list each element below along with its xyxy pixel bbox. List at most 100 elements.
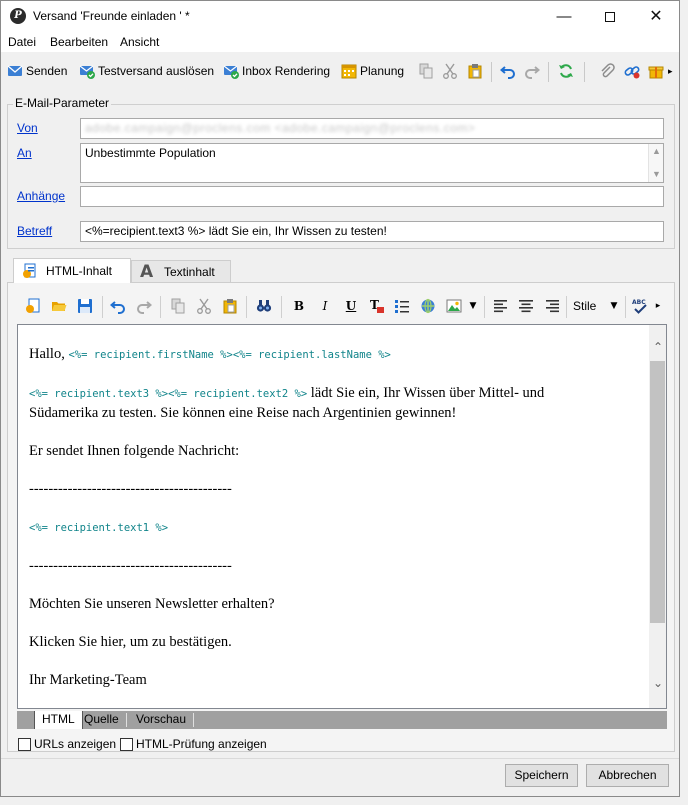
spellcheck-icon[interactable]: ABC <box>632 298 648 314</box>
menu-datei[interactable]: Datei <box>8 35 36 49</box>
greeting-line: Hallo, <%= recipient.firstName %><%= rec… <box>29 346 391 362</box>
view-tab-html[interactable]: HTML <box>34 711 83 729</box>
attachments-label[interactable]: Anhänge <box>17 189 65 203</box>
style-dropdown[interactable]: Stile <box>573 299 596 313</box>
menu-ansicht[interactable]: Ansicht <box>120 35 159 49</box>
align-right-icon[interactable] <box>544 298 560 314</box>
scroll-down-icon[interactable]: ▼ <box>652 169 661 179</box>
save-disk-icon[interactable] <box>77 298 93 314</box>
new-document-icon[interactable] <box>25 298 41 314</box>
copy-icon <box>418 63 434 79</box>
subject-label[interactable]: Betreff <box>17 224 52 238</box>
scroll-down-chevron-icon[interactable]: ⌄ <box>652 677 664 689</box>
menu-bar: Datei Bearbeiten Ansicht <box>1 32 679 52</box>
editor-undo-icon[interactable] <box>109 298 126 314</box>
app-logo-icon: P <box>10 8 26 24</box>
view-tab-separator <box>126 713 127 727</box>
refresh-button[interactable] <box>558 62 577 80</box>
editor-toolbar-separator <box>246 296 247 318</box>
scroll-up-chevron-icon[interactable]: ⌃ <box>652 341 664 353</box>
toolbar-separator <box>548 62 549 82</box>
html-check-checkbox[interactable] <box>120 737 133 751</box>
editor-redo-icon[interactable] <box>136 298 153 314</box>
footer-divider <box>1 758 679 759</box>
scrollbar-thumb[interactable] <box>650 361 665 623</box>
editor-paste-icon[interactable] <box>222 298 238 314</box>
text-a-icon: A <box>140 262 154 282</box>
link-icon <box>624 63 640 79</box>
separator-line: ----------------------------------------… <box>29 481 232 497</box>
close-button[interactable]: ✕ <box>633 1 679 32</box>
editor-cut-icon[interactable] <box>196 298 212 314</box>
editor-copy-icon[interactable] <box>170 298 186 314</box>
tab-text-content[interactable]: A Textinhalt <box>131 260 231 283</box>
save-button[interactable]: Speichern <box>505 764 578 787</box>
tab-html-label: HTML-Inhalt <box>46 264 113 278</box>
redo-button[interactable] <box>524 62 543 80</box>
insert-image-icon[interactable] <box>446 298 462 314</box>
align-center-icon[interactable] <box>518 298 534 314</box>
maximize-button[interactable] <box>587 1 633 32</box>
underline-button[interactable]: U <box>343 298 359 314</box>
show-urls-option[interactable]: URLs anzeigen <box>18 737 116 751</box>
schedule-button[interactable]: Planung <box>341 62 404 80</box>
show-urls-checkbox[interactable] <box>18 737 31 751</box>
attachments-field[interactable] <box>80 186 664 207</box>
separator-line: ----------------------------------------… <box>29 558 232 574</box>
bullet-list-icon[interactable] <box>394 298 410 314</box>
undo-button[interactable] <box>499 62 519 80</box>
editor-toolbar-separator <box>160 296 161 318</box>
to-label[interactable]: An <box>17 146 32 160</box>
open-folder-icon[interactable] <box>51 298 67 314</box>
refresh-icon <box>558 63 574 79</box>
cancel-button[interactable]: Abbrechen <box>586 764 669 787</box>
style-dropdown-chevron-icon[interactable]: ▼ <box>606 298 622 314</box>
to-field-scrollbar[interactable]: ▲ ▼ <box>648 144 663 182</box>
message-intro: Er sendet Ihnen folgende Nachricht: <box>29 443 240 459</box>
tab-html-content[interactable]: HTML-Inhalt <box>13 258 131 283</box>
menu-bearbeiten[interactable]: Bearbeiten <box>50 35 108 49</box>
subject-field[interactable]: <%=recipient.text3 %> lädt Sie ein, Ihr … <box>80 221 664 242</box>
paste-button[interactable] <box>467 62 486 80</box>
redo-icon <box>524 63 541 79</box>
html-check-option[interactable]: HTML-Prüfung anzeigen <box>120 737 267 751</box>
clipboard-icon <box>467 63 483 79</box>
intro-paragraph: <%= recipient.text3 %><%= recipient.text… <box>29 385 545 421</box>
link-button[interactable] <box>624 62 643 80</box>
window-title: Versand 'Freunde einladen ' * <box>33 9 190 23</box>
editor-toolbar-separator <box>625 296 626 318</box>
copy-button[interactable] <box>418 62 437 80</box>
gift-button[interactable] <box>648 62 667 80</box>
find-binoculars-icon[interactable] <box>256 298 272 314</box>
insert-link-globe-icon[interactable] <box>420 298 436 314</box>
scroll-up-icon[interactable]: ▲ <box>652 146 661 156</box>
italic-button[interactable]: I <box>317 298 333 314</box>
view-tab-preview[interactable]: Vorschau <box>129 711 193 729</box>
from-field[interactable]: adobe.campaign@proclens.com <adobe.campa… <box>80 118 664 139</box>
from-label[interactable]: Von <box>17 121 38 135</box>
align-left-icon[interactable] <box>493 298 509 314</box>
proof-button[interactable]: Testversand auslösen <box>79 62 214 80</box>
bold-button[interactable]: B <box>291 298 307 314</box>
editor-content[interactable]: Hallo, <%= recipient.firstName %><%= rec… <box>29 345 644 690</box>
view-tab-source[interactable]: Quelle <box>77 711 126 729</box>
calendar-icon <box>341 63 357 79</box>
toolbar-overflow-chevron-icon[interactable]: ▸ <box>668 62 673 80</box>
html-editor[interactable]: Hallo, <%= recipient.firstName %><%= rec… <box>17 324 667 709</box>
send-button[interactable]: Senden <box>7 62 67 80</box>
cut-button[interactable] <box>442 62 461 80</box>
delivery-window: P Versand 'Freunde einladen ' * — ✕ Date… <box>0 0 680 797</box>
title-bar: P Versand 'Freunde einladen ' * — ✕ <box>1 1 679 32</box>
editor-toolbar-separator <box>484 296 485 318</box>
inbox-label: Inbox Rendering <box>242 64 331 78</box>
editor-toolbar-overflow-chevron-icon[interactable]: ▸ <box>653 298 663 314</box>
to-field[interactable]: Unbestimmte Population ▲ ▼ <box>80 143 664 183</box>
image-dropdown-chevron-icon[interactable]: ▼ <box>465 298 481 314</box>
editor-scrollbar[interactable]: ⌃ ⌄ <box>649 325 666 708</box>
scissors-icon <box>442 63 458 79</box>
inbox-rendering-button[interactable]: Inbox Rendering <box>223 62 330 80</box>
attach-button[interactable] <box>599 62 618 80</box>
toolbar-separator <box>584 62 585 82</box>
text-color-icon[interactable]: T <box>369 298 385 314</box>
minimize-button[interactable]: — <box>541 1 587 32</box>
